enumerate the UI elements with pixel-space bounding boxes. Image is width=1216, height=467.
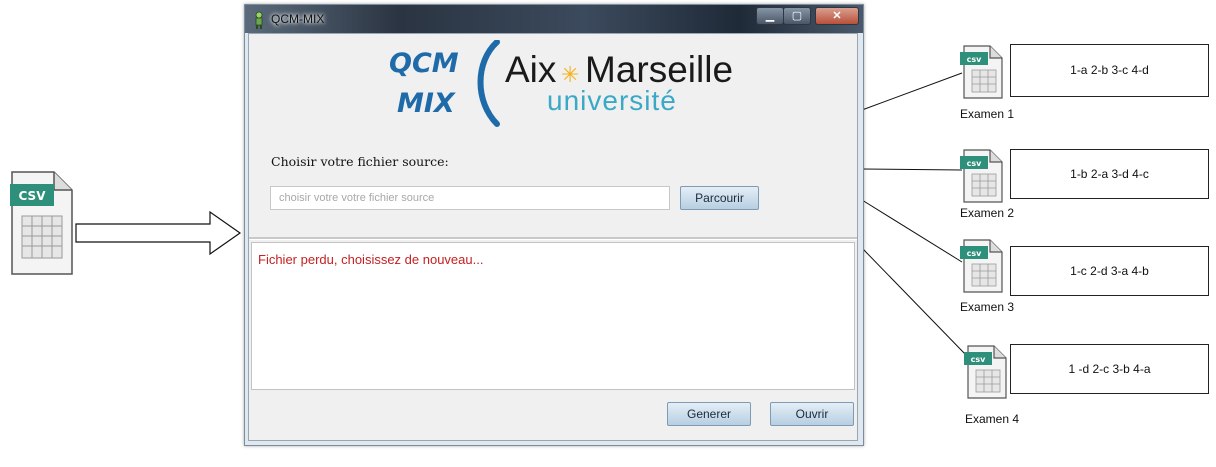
exam-label-4: Examen 4 xyxy=(965,412,1020,426)
exam-answers-1: 1-a 2-b 3-c 4-d xyxy=(1010,44,1209,97)
minimize-button[interactable]: ▁ xyxy=(756,7,784,25)
csv-badge-label: csv xyxy=(967,249,983,258)
csv-badge-label: csv xyxy=(971,355,987,364)
open-button[interactable]: Ouvrir xyxy=(770,402,854,426)
exam-label-3: Examen 3 xyxy=(960,300,1015,314)
logo: QCM MIX Aix ✳ Marseille université xyxy=(389,40,733,127)
source-file-input[interactable] xyxy=(270,186,670,210)
logo-bracket xyxy=(477,40,500,127)
exam-label-2: Examen 2 xyxy=(960,206,1015,220)
logo-mix: MIX xyxy=(397,88,456,119)
generate-button[interactable]: Generer xyxy=(667,402,751,426)
exam-answers-3: 1-c 2-d 3-a 4-b xyxy=(1010,246,1209,296)
app-window: QCM-MIX ▁ ▢ ✕ QCM MIX Aix ✳ Marseille un… xyxy=(244,4,864,446)
browse-button[interactable]: Parcourir xyxy=(680,186,759,210)
app-icon xyxy=(255,11,263,29)
window-title: QCM-MIX xyxy=(271,12,325,26)
exam-answers-4: 1 -d 2-c 3-b 4-a xyxy=(1010,344,1209,394)
csv-file-icon: csv xyxy=(964,345,1007,399)
csv-badge-label: csv xyxy=(967,55,983,64)
logo-universite: université xyxy=(547,85,677,116)
log-area[interactable]: Fichier perdu, choisissez de nouveau... xyxy=(251,242,855,390)
logo-marseille: Marseille xyxy=(585,49,733,90)
logo-qcm: QCM xyxy=(389,48,459,79)
logo-aix: Aix xyxy=(505,49,557,90)
maximize-button[interactable]: ▢ xyxy=(783,7,811,25)
exam-answers-2: 1-b 2-a 3-d 4-c xyxy=(1010,149,1209,199)
title-bar[interactable]: QCM-MIX ▁ ▢ ✕ xyxy=(245,5,863,33)
csv-file-icon: csv xyxy=(960,45,1003,99)
csv-badge-label: csv xyxy=(967,159,983,168)
exam-label-1: Examen 1 xyxy=(960,107,1015,121)
client-area: QCM MIX Aix ✳ Marseille université Chois… xyxy=(248,33,858,441)
close-button[interactable]: ✕ xyxy=(815,7,859,25)
divider xyxy=(249,237,857,240)
error-message: Fichier perdu, choisissez de nouveau... xyxy=(258,252,484,267)
csv-file-icon: csv xyxy=(960,239,1003,293)
source-file-label: Choisir votre fichier source: xyxy=(271,154,449,169)
csv-file-icon: csv xyxy=(960,149,1003,203)
